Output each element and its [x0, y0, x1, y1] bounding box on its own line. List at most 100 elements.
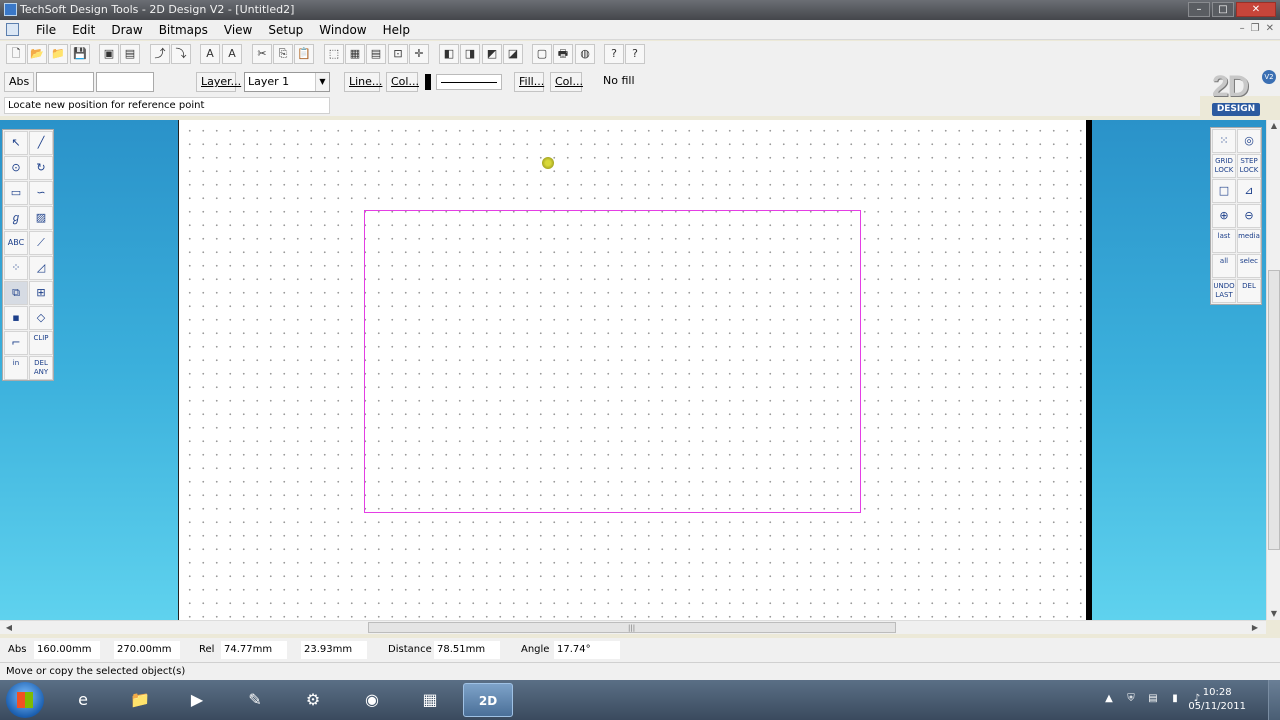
taskbar-ie-icon[interactable]: e	[58, 683, 108, 717]
zoom-out-icon[interactable]: ⊖	[1237, 204, 1261, 228]
text-style-icon[interactable]: A	[200, 44, 220, 64]
layer-bottom-icon[interactable]: ◪	[503, 44, 523, 64]
move-copy-tool-icon[interactable]: ⧉	[4, 281, 28, 305]
dimension-tool-icon[interactable]: ⟋	[29, 231, 53, 255]
start-button[interactable]	[6, 682, 44, 718]
menu-window[interactable]: Window	[311, 23, 374, 37]
hatch-tool-icon[interactable]: ▨	[29, 206, 53, 230]
menu-view[interactable]: View	[216, 23, 260, 37]
save-icon[interactable]: 💾	[70, 44, 90, 64]
cut-icon[interactable]: ✂	[252, 44, 272, 64]
menu-draw[interactable]: Draw	[103, 23, 150, 37]
zoom-selection-button[interactable]: selec	[1237, 254, 1261, 278]
delete-any-tool-icon[interactable]: DEL ANY	[29, 356, 53, 380]
eraser-tool-icon[interactable]: ◇	[29, 306, 53, 330]
snap-square-icon[interactable]: □	[1212, 179, 1236, 203]
tray-network-icon[interactable]: ▤	[1146, 692, 1160, 706]
select-arrow-icon[interactable]: ↖	[4, 131, 28, 155]
tray-expand-icon[interactable]: ▲	[1102, 692, 1116, 706]
layer-top-icon[interactable]: ◩	[482, 44, 502, 64]
line-button[interactable]: Line...	[344, 72, 382, 92]
close-button[interactable]: ✕	[1236, 2, 1276, 17]
globe-icon[interactable]: ◍	[575, 44, 595, 64]
vertical-scroll-thumb[interactable]	[1268, 270, 1280, 550]
align-tool-icon[interactable]: ⊞	[29, 281, 53, 305]
app-icon[interactable]	[4, 3, 17, 16]
taskbar-chrome-icon[interactable]: ◉	[347, 683, 397, 717]
line-style-sample[interactable]	[436, 74, 502, 90]
export-icon[interactable]: ⤴	[150, 44, 170, 64]
print-preview-icon[interactable]: ▤	[120, 44, 140, 64]
polygon-tool-icon[interactable]: ⌐	[4, 331, 28, 355]
taskbar-explorer-icon[interactable]: 📁	[115, 683, 165, 717]
layer-select[interactable]: Layer 1 ▼	[244, 72, 330, 92]
layer-button[interactable]: Layer...	[196, 72, 241, 92]
printer-icon[interactable]: 🖶	[553, 44, 573, 64]
menu-help[interactable]: Help	[375, 23, 418, 37]
taskbar-media-icon[interactable]: ▶	[172, 683, 222, 717]
drawn-rectangle[interactable]	[364, 210, 861, 513]
grid-lock-button[interactable]: GRID LOCK	[1212, 154, 1236, 178]
drawing-canvas[interactable]	[178, 120, 1090, 620]
abs-x-input[interactable]	[36, 72, 94, 92]
maximize-button[interactable]: □	[1212, 2, 1234, 17]
rectangle-tool-icon[interactable]: ▭	[4, 181, 28, 205]
colour-tool-icon[interactable]: ▪	[4, 306, 28, 330]
taskbar-paint-icon[interactable]: ✎	[230, 683, 280, 717]
fill-colour-button[interactable]: Col...	[550, 72, 583, 92]
scroll-down-icon[interactable]: ▼	[1268, 608, 1280, 620]
text-style-2-icon[interactable]: A	[222, 44, 242, 64]
open-recent-icon[interactable]: 📁	[48, 44, 68, 64]
arrange-icon[interactable]: ⊡	[388, 44, 408, 64]
vertical-scrollbar[interactable]: ▲ ▼	[1266, 120, 1280, 620]
axis-icon[interactable]: ⊿	[1237, 179, 1261, 203]
open-folder-icon[interactable]: 📂	[27, 44, 47, 64]
horizontal-scrollbar[interactable]: ◀ ||| ▶	[0, 620, 1266, 634]
chevron-down-icon[interactable]: ▼	[315, 73, 329, 91]
doc-minimize-icon[interactable]: –	[1240, 23, 1245, 34]
zoom-last-button[interactable]: last	[1212, 229, 1236, 253]
fill-tool-icon[interactable]: ◎	[1237, 129, 1261, 153]
new-file-icon[interactable]: 🗋	[6, 44, 26, 64]
scroll-up-icon[interactable]: ▲	[1268, 120, 1280, 132]
menu-bitmaps[interactable]: Bitmaps	[151, 23, 216, 37]
menu-edit[interactable]: Edit	[64, 23, 103, 37]
taskbar-disk-icon[interactable]: ▦	[405, 683, 455, 717]
zoom-media-button[interactable]: media	[1237, 229, 1261, 253]
scroll-left-icon[interactable]: ◀	[2, 621, 16, 634]
taskbar-tools-icon[interactable]: ⚙	[288, 683, 338, 717]
import-icon[interactable]: ⤵	[171, 44, 191, 64]
grid-icon[interactable]: ⁙	[1212, 129, 1236, 153]
clock[interactable]: 10:28 05/11/2011	[1188, 686, 1246, 714]
arc-tool-icon[interactable]: ↻	[29, 156, 53, 180]
fill-button[interactable]: Fill...	[514, 72, 544, 92]
print-icon[interactable]: ▣	[99, 44, 119, 64]
help-icon[interactable]: ?	[625, 44, 645, 64]
zoom-all-button[interactable]: all	[1212, 254, 1236, 278]
tray-signal-icon[interactable]: ▮	[1168, 692, 1182, 706]
spiral-tool-icon[interactable]: ℊ	[4, 206, 28, 230]
delete-button[interactable]: DEL	[1237, 279, 1261, 303]
doc-close-icon[interactable]: ✕	[1266, 23, 1274, 34]
line-tool-icon[interactable]: ╱	[29, 131, 53, 155]
ungroup-icon[interactable]: ▤	[366, 44, 386, 64]
paste-icon[interactable]: 📋	[294, 44, 314, 64]
frame-icon[interactable]: ▢	[532, 44, 552, 64]
menu-file[interactable]: File	[28, 23, 64, 37]
zoom-in-icon[interactable]: ⊕	[1212, 204, 1236, 228]
doc-restore-icon[interactable]: ❐	[1251, 23, 1260, 34]
context-help-icon[interactable]: ?	[604, 44, 624, 64]
tray-shield-icon[interactable]: ⛨	[1124, 692, 1138, 706]
menu-setup[interactable]: Setup	[260, 23, 311, 37]
layer-up-icon[interactable]: ◧	[439, 44, 459, 64]
curve-tool-icon[interactable]: ∽	[29, 181, 53, 205]
copy-icon[interactable]: ⎘	[273, 44, 293, 64]
clip-tool-icon[interactable]: CLIP	[29, 331, 53, 355]
undo-last-button[interactable]: UNDO LAST	[1212, 279, 1236, 303]
abs-y-input[interactable]	[96, 72, 154, 92]
line-colour-button[interactable]: Col...	[386, 72, 419, 92]
line-colour-swatch[interactable]	[425, 74, 431, 90]
abs-toggle-button[interactable]: Abs	[4, 72, 34, 92]
move-cross-icon[interactable]: ✛	[409, 44, 429, 64]
select-box-icon[interactable]: ⬚	[324, 44, 344, 64]
